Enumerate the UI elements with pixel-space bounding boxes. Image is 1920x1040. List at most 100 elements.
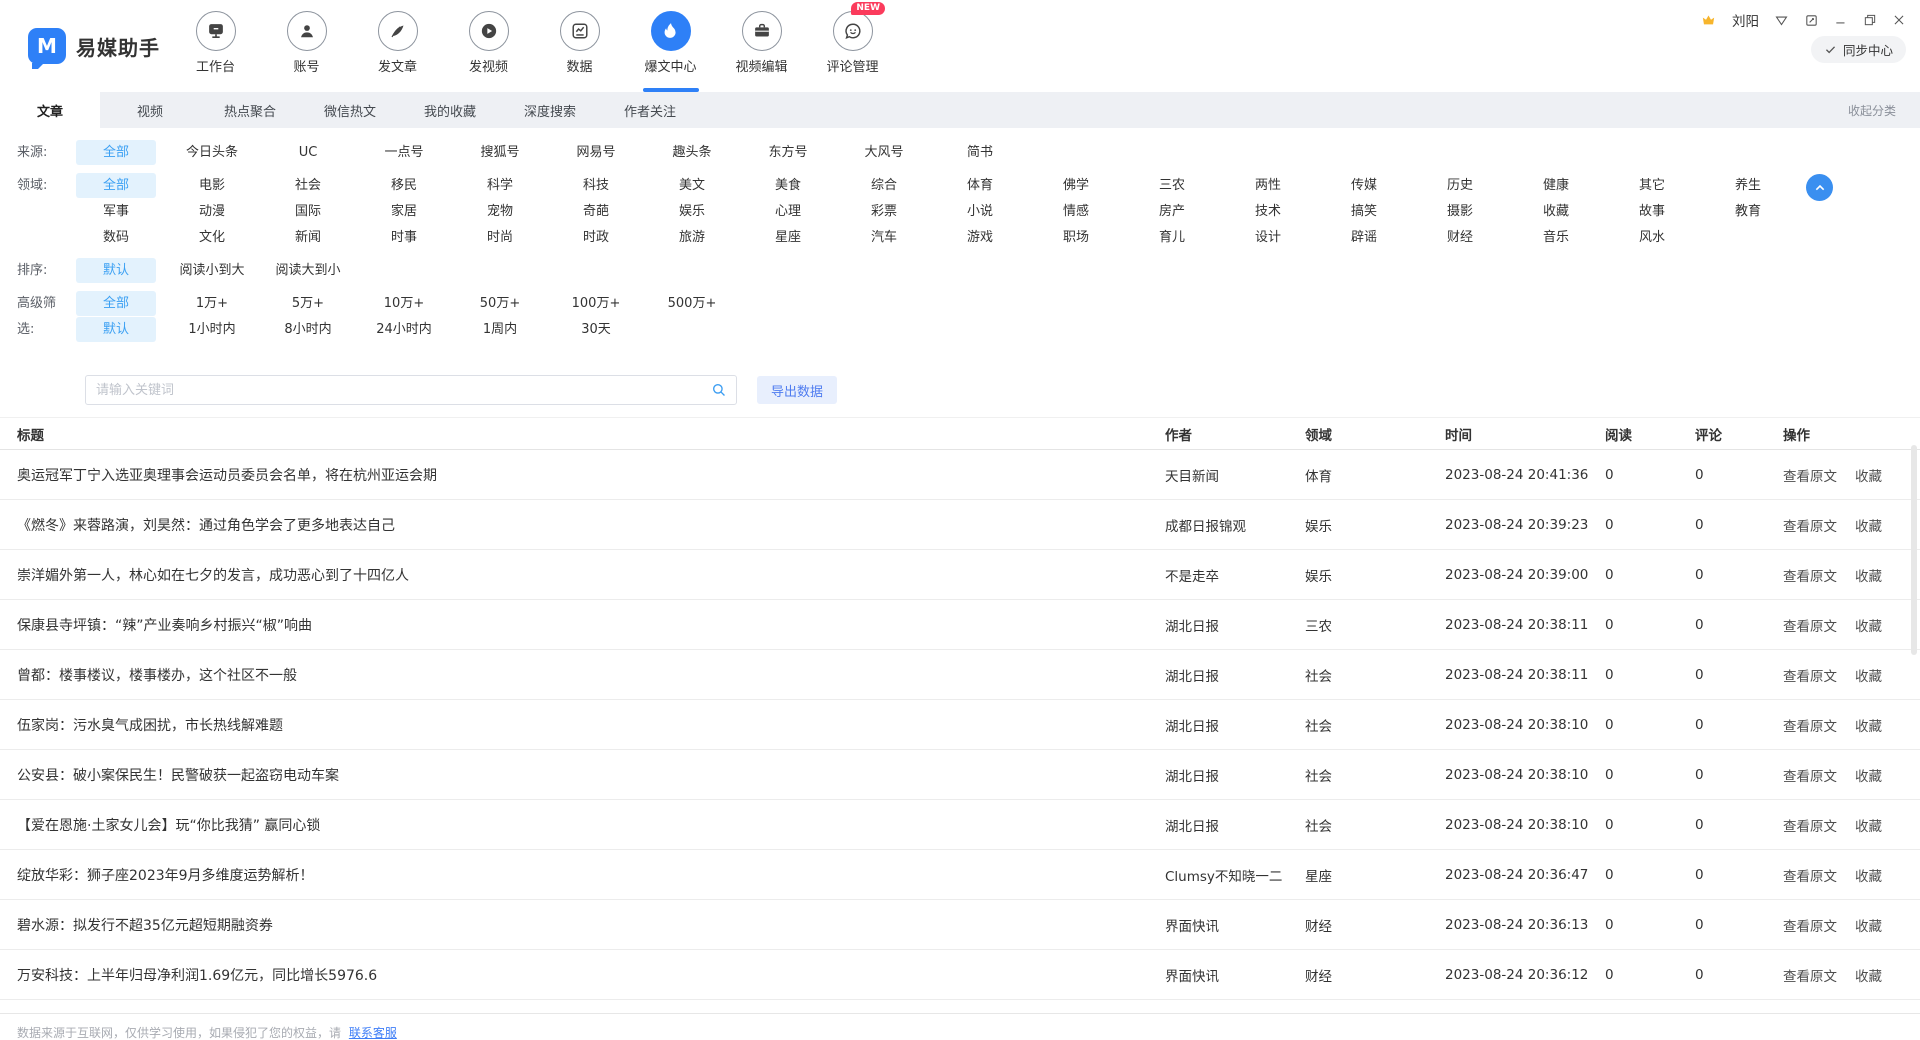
tab-hot-aggregate[interactable]: 热点聚合 bbox=[200, 92, 300, 128]
filter-option[interactable]: 星座 bbox=[740, 225, 836, 251]
article-title[interactable]: 碧水源：拟发行不超35亿元超短期融资券 bbox=[17, 915, 1165, 935]
filter-option[interactable]: 宠物 bbox=[452, 199, 548, 225]
filter-option[interactable]: 奇葩 bbox=[548, 199, 644, 225]
filter-option-selected[interactable]: 全部 bbox=[76, 291, 156, 316]
filter-option[interactable]: 今日头条 bbox=[164, 140, 260, 166]
filter-option[interactable]: 心理 bbox=[740, 199, 836, 225]
filter-option-selected[interactable]: 全部 bbox=[76, 173, 156, 198]
filter-option[interactable]: 8小时内 bbox=[260, 317, 356, 343]
article-title[interactable]: 【爱在恩施·土家女儿会】玩“你比我猜” 赢同心锁 bbox=[17, 815, 1165, 835]
close-icon[interactable] bbox=[1892, 13, 1906, 27]
filter-option[interactable]: 音乐 bbox=[1508, 225, 1604, 251]
filter-option[interactable]: 综合 bbox=[836, 173, 932, 199]
filter-option[interactable]: 故事 bbox=[1604, 199, 1700, 225]
favorite-link[interactable]: 收藏 bbox=[1855, 665, 1882, 685]
filter-option[interactable]: 全部 bbox=[68, 140, 164, 166]
filter-option[interactable]: 历史 bbox=[1412, 173, 1508, 199]
filter-option[interactable]: 简书 bbox=[932, 140, 1028, 166]
filter-option[interactable]: UC bbox=[260, 140, 356, 166]
tab-articles[interactable]: 文章 bbox=[0, 92, 100, 128]
view-original-link[interactable]: 查看原文 bbox=[1783, 915, 1837, 935]
filter-option[interactable]: 动漫 bbox=[164, 199, 260, 225]
filter-option[interactable]: 风水 bbox=[1604, 225, 1700, 251]
filter-option[interactable]: 彩票 bbox=[836, 199, 932, 225]
filter-option[interactable]: 房产 bbox=[1124, 199, 1220, 225]
filter-option[interactable]: 一点号 bbox=[356, 140, 452, 166]
article-title[interactable]: 公安县：破小案保民生！民警破获一起盗窃电动车案 bbox=[17, 765, 1165, 785]
export-data-button[interactable]: 导出数据 bbox=[757, 376, 837, 404]
filter-option[interactable]: 佛学 bbox=[1028, 173, 1124, 199]
filter-option[interactable]: 5万+ bbox=[260, 291, 356, 317]
filter-option[interactable]: 新闻 bbox=[260, 225, 356, 251]
view-original-link[interactable]: 查看原文 bbox=[1783, 515, 1837, 535]
favorite-link[interactable]: 收藏 bbox=[1855, 765, 1882, 785]
filter-option[interactable]: 时政 bbox=[548, 225, 644, 251]
filter-option[interactable]: 军事 bbox=[68, 199, 164, 225]
view-original-link[interactable]: 查看原文 bbox=[1783, 765, 1837, 785]
favorite-link[interactable]: 收藏 bbox=[1855, 615, 1882, 635]
article-title[interactable]: 伍家岗：污水臭气成困扰，市长热线解难题 bbox=[17, 715, 1165, 735]
nav-item-publish-article[interactable]: 发文章 bbox=[352, 0, 443, 92]
filter-option[interactable]: 时事 bbox=[356, 225, 452, 251]
article-title[interactable]: 《燃冬》来蓉路演，刘昊然：通过角色学会了更多地表达自己 bbox=[17, 515, 1165, 535]
view-original-link[interactable]: 查看原文 bbox=[1783, 465, 1837, 485]
filter-option[interactable]: 1周内 bbox=[452, 317, 548, 343]
article-title[interactable]: 崇洋媚外第一人，林心如在七夕的发言，成功恶心到了十四亿人 bbox=[17, 565, 1165, 585]
filter-option[interactable]: 24小时内 bbox=[356, 317, 452, 343]
filter-option[interactable]: 旅游 bbox=[644, 225, 740, 251]
tab-my-favorites[interactable]: 我的收藏 bbox=[400, 92, 500, 128]
view-original-link[interactable]: 查看原文 bbox=[1783, 865, 1837, 885]
filter-option[interactable]: 摄影 bbox=[1412, 199, 1508, 225]
contact-support-link[interactable]: 联系客服 bbox=[349, 1026, 397, 1040]
favorite-link[interactable]: 收藏 bbox=[1855, 565, 1882, 585]
sync-center-button[interactable]: 同步中心 bbox=[1811, 36, 1906, 63]
article-title[interactable]: 奥运冠军丁宁入选亚奥理事会运动员委员会名单，将在杭州亚运会期 bbox=[17, 465, 1165, 485]
favorite-link[interactable]: 收藏 bbox=[1855, 715, 1882, 735]
filter-option[interactable]: 大风号 bbox=[836, 140, 932, 166]
nav-item-workbench[interactable]: 工作台 bbox=[170, 0, 261, 92]
nav-item-publish-video[interactable]: 发视频 bbox=[443, 0, 534, 92]
filter-option[interactable]: 收藏 bbox=[1508, 199, 1604, 225]
search-input[interactable] bbox=[85, 375, 737, 405]
view-original-link[interactable]: 查看原文 bbox=[1783, 965, 1837, 985]
filter-option[interactable]: 趣头条 bbox=[644, 140, 740, 166]
filter-option[interactable]: 阅读小到大 bbox=[164, 258, 260, 284]
nav-item-account[interactable]: 账号 bbox=[261, 0, 352, 92]
filter-option[interactable]: 10万+ bbox=[356, 291, 452, 317]
minimize-icon[interactable] bbox=[1834, 13, 1848, 27]
filter-option[interactable]: 阅读大到小 bbox=[260, 258, 356, 284]
user-name[interactable]: 刘阳 bbox=[1732, 10, 1759, 30]
filter-option[interactable]: 搜狐号 bbox=[452, 140, 548, 166]
filter-option[interactable]: 财经 bbox=[1412, 225, 1508, 251]
view-original-link[interactable]: 查看原文 bbox=[1783, 815, 1837, 835]
filter-option[interactable]: 汽车 bbox=[836, 225, 932, 251]
vertical-scrollbar[interactable] bbox=[1911, 445, 1917, 655]
filter-option[interactable]: 全部 bbox=[68, 173, 164, 199]
filter-option[interactable]: 默认 bbox=[68, 258, 164, 284]
view-original-link[interactable]: 查看原文 bbox=[1783, 565, 1837, 585]
tab-deep-search[interactable]: 深度搜索 bbox=[500, 92, 600, 128]
filter-option[interactable]: 美文 bbox=[644, 173, 740, 199]
filter-option-selected[interactable]: 全部 bbox=[76, 140, 156, 165]
filter-option[interactable]: 游戏 bbox=[932, 225, 1028, 251]
article-title[interactable]: 万安科技：上半年归母净利润1.69亿元，同比增长5976.6 bbox=[17, 965, 1165, 985]
filter-option[interactable]: 体育 bbox=[932, 173, 1028, 199]
collapse-categories-link[interactable]: 收起分类 bbox=[1848, 92, 1896, 128]
filter-option[interactable]: 网易号 bbox=[548, 140, 644, 166]
filter-option[interactable]: 移民 bbox=[356, 173, 452, 199]
filter-option[interactable]: 1小时内 bbox=[164, 317, 260, 343]
filter-option[interactable]: 娱乐 bbox=[644, 199, 740, 225]
filter-option[interactable]: 健康 bbox=[1508, 173, 1604, 199]
filter-option[interactable]: 社会 bbox=[260, 173, 356, 199]
article-title[interactable]: 保康县寺坪镇：“辣”产业奏响乡村振兴“椒”响曲 bbox=[17, 615, 1165, 635]
filter-option[interactable]: 东方号 bbox=[740, 140, 836, 166]
article-title[interactable]: 绽放华彩：狮子座2023年9月多维度运势解析！ bbox=[17, 865, 1165, 885]
view-original-link[interactable]: 查看原文 bbox=[1783, 715, 1837, 735]
nav-item-video-editor[interactable]: 视频编辑 bbox=[716, 0, 807, 92]
view-original-link[interactable]: 查看原文 bbox=[1783, 665, 1837, 685]
filter-option[interactable]: 科学 bbox=[452, 173, 548, 199]
filter-option[interactable]: 全部 bbox=[68, 291, 164, 317]
collapse-panel-button[interactable] bbox=[1806, 174, 1833, 201]
filter-option[interactable]: 三农 bbox=[1124, 173, 1220, 199]
favorite-link[interactable]: 收藏 bbox=[1855, 965, 1882, 985]
